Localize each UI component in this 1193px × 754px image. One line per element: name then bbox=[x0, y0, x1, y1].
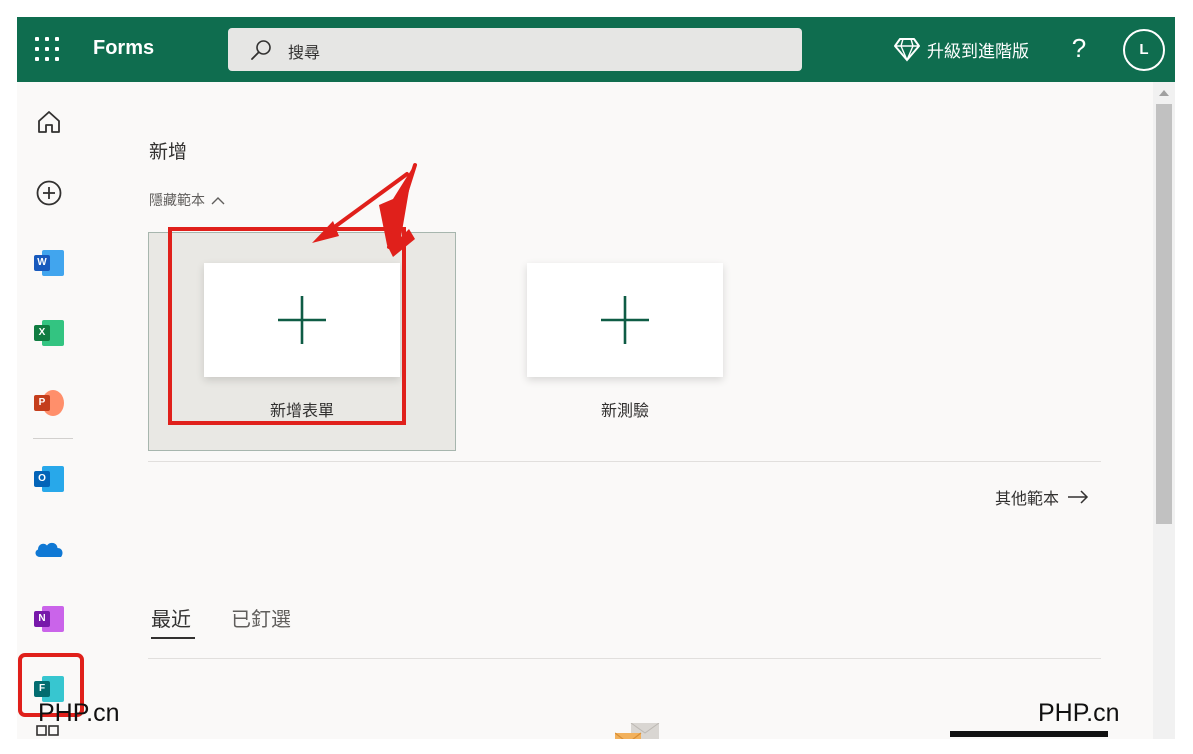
forms-window: Forms 搜尋 升級到進階版 ? L W X P O N F 新增 隱藏範本 … bbox=[17, 17, 1175, 739]
watermark-left: PHP.cn bbox=[38, 699, 120, 727]
envelope-illustration bbox=[615, 723, 660, 739]
watermark-right: PHP.cn bbox=[1038, 699, 1120, 727]
decorative-illustration bbox=[307, 733, 407, 739]
annotation-arrows bbox=[312, 163, 417, 257]
bottom-bar bbox=[950, 731, 1108, 737]
